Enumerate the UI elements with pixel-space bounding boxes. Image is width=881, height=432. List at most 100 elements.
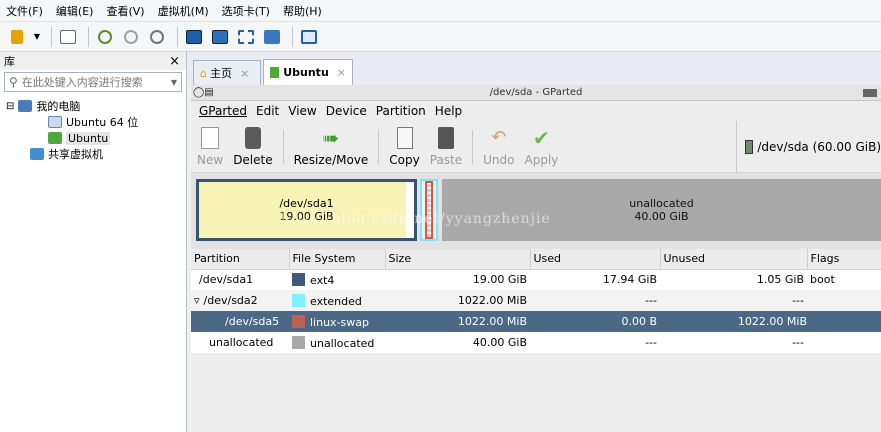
fs-color-swatch	[292, 314, 305, 328]
thumbnail-icon[interactable]	[209, 26, 231, 48]
col-partition[interactable]: Partition	[191, 249, 290, 270]
paste-button[interactable]: Paste	[429, 126, 463, 167]
tab-label: 主页	[209, 67, 232, 80]
device-selector[interactable]: /dev/sda (60.00 GiB)	[736, 121, 881, 173]
cell-size: 1022.00 MiB	[385, 290, 530, 311]
expander-icon[interactable]: ▿	[194, 294, 200, 307]
gparted-toolbar: New Delete ➠ Resize/Move Copy Paste ↶ Un…	[191, 121, 881, 173]
library-panel: 库 × ⚲ ▼ ⊟ 我的电脑 Ubuntu 64 位 Ubuntu 共享虚拟机	[0, 52, 187, 432]
cell-flags	[807, 311, 881, 332]
partition-block-unallocated[interactable]: unallocated 40.00 GiB	[442, 179, 881, 241]
device-label: /dev/sda (60.00 GiB)	[757, 140, 881, 154]
tab-bar: ⌂ 主页 × Ubuntu ×	[188, 52, 881, 85]
col-used[interactable]: Used	[530, 249, 661, 270]
resize-arrow-icon: ➠	[322, 125, 340, 150]
fs-color-swatch	[292, 293, 305, 307]
console-view-icon[interactable]	[298, 26, 320, 48]
toolbar-divider	[282, 129, 284, 164]
tree-item-shared-vms[interactable]: 共享虚拟机	[0, 146, 186, 162]
window-menu-icon[interactable]: ◯▤	[193, 87, 214, 98]
power-pause-icon[interactable]	[6, 26, 28, 48]
menu-tabs[interactable]: 选项卡(T)	[222, 3, 270, 19]
gparted-titlebar: ◯▤ /dev/sda - GParted	[191, 85, 881, 101]
toolbar-divider	[378, 129, 380, 164]
vm-tab-icon	[270, 67, 280, 78]
toolbar-divider	[51, 26, 52, 47]
collapse-icon[interactable]: ⊟	[6, 101, 14, 112]
menu-device[interactable]: Device	[326, 104, 367, 118]
new-button[interactable]: New	[197, 126, 223, 167]
menu-file[interactable]: 文件(F)	[6, 3, 43, 19]
menu-help[interactable]: Help	[435, 104, 462, 118]
partition-free-space	[406, 182, 414, 238]
library-close-icon[interactable]: ×	[169, 54, 180, 69]
unity-icon[interactable]	[261, 26, 283, 48]
delete-button[interactable]: Delete	[233, 126, 273, 167]
partition-block-sda1[interactable]: /dev/sda1 19.00 GiB	[196, 179, 417, 241]
menu-view[interactable]: View	[288, 104, 316, 118]
library-title: 库	[4, 55, 15, 68]
tree-item-label: Ubuntu	[66, 131, 111, 145]
copy-button[interactable]: Copy	[389, 126, 420, 167]
col-size[interactable]: Size	[385, 249, 531, 270]
window-button-icon[interactable]	[863, 88, 877, 97]
cell-size: 40.00 GiB	[472, 336, 527, 349]
col-unused[interactable]: Unused	[660, 249, 808, 270]
snapshot-manager-icon[interactable]	[146, 26, 168, 48]
tree-item-ubuntu[interactable]: Ubuntu	[0, 130, 186, 146]
cell-used: ---	[530, 290, 660, 311]
menu-help[interactable]: 帮助(H)	[283, 3, 322, 19]
library-search[interactable]: ⚲ ▼	[4, 72, 182, 92]
tree-item-ubuntu64[interactable]: Ubuntu 64 位	[0, 114, 186, 130]
show-library-icon[interactable]	[183, 26, 205, 48]
partition-block-swap[interactable]	[425, 181, 433, 239]
home-icon: ⌂	[200, 66, 207, 80]
menu-vm[interactable]: 虚拟机(M)	[158, 3, 209, 19]
menu-view[interactable]: 查看(V)	[106, 3, 144, 19]
cell-unused: 1.05 GiB	[756, 273, 804, 287]
cell-filesystem: unallocated	[289, 332, 385, 353]
button-label: Paste	[429, 152, 463, 167]
partition-block-name: /dev/sda1	[279, 197, 334, 210]
table-row[interactable]: ▿/dev/sda2 extended 1022.00 MiB --- ---	[191, 290, 881, 311]
send-keys-icon[interactable]	[57, 26, 79, 48]
snapshot-icon[interactable]	[94, 26, 116, 48]
apply-button[interactable]: ✔ Apply	[525, 127, 559, 167]
table-row[interactable]: /dev/sda1 ext4 19.00 GiB 17.94 GiB 1.05 …	[191, 269, 881, 290]
table-row[interactable]: /dev/sda5 linux-swap 1022.00 MiB 0.00 B …	[191, 311, 881, 332]
library-search-input[interactable]	[21, 75, 150, 89]
search-dropdown-icon[interactable]: ▼	[171, 78, 177, 87]
tree-item-my-computer[interactable]: ⊟ 我的电脑	[0, 98, 186, 114]
menu-edit[interactable]: 编辑(E)	[56, 3, 94, 19]
undo-button[interactable]: ↶ Undo	[483, 127, 514, 167]
menu-edit[interactable]: Edit	[256, 104, 279, 118]
gparted-window-title: /dev/sda - GParted	[489, 87, 583, 98]
dropdown-icon[interactable]: ▼	[32, 26, 42, 48]
tree-item-label: 共享虚拟机	[48, 148, 103, 161]
menu-gparted[interactable]: GParted	[199, 104, 247, 118]
trash-icon	[244, 126, 261, 149]
cell-partition: unallocated	[209, 336, 274, 349]
col-flags[interactable]: Flags	[807, 249, 881, 270]
tab-ubuntu[interactable]: Ubuntu ×	[263, 59, 353, 85]
cell-unused: 1022.00 MiB	[660, 311, 807, 332]
cell-filesystem: ext4	[289, 269, 385, 290]
resize-move-button[interactable]: ➠ Resize/Move	[294, 127, 369, 167]
tab-close-icon[interactable]: ×	[240, 67, 249, 80]
unallocated-name: unallocated	[629, 197, 694, 210]
fullscreen-icon[interactable]	[235, 26, 257, 48]
cell-size: 19.00 GiB	[472, 273, 527, 287]
revert-snapshot-icon[interactable]	[120, 26, 142, 48]
col-filesystem[interactable]: File System	[289, 249, 386, 270]
menu-partition[interactable]: Partition	[376, 104, 426, 118]
partition-block-extended[interactable]	[420, 179, 438, 241]
cell-unused: ---	[660, 290, 807, 311]
cell-flags	[807, 290, 881, 311]
button-label: Undo	[483, 152, 515, 167]
unallocated-size: 40.00 GiB	[634, 210, 689, 223]
guest-screen[interactable]: ◯▤ /dev/sda - GParted GParted Edit View …	[191, 85, 881, 432]
tab-close-icon[interactable]: ×	[337, 66, 346, 79]
fs-color-swatch	[292, 335, 305, 349]
tab-home[interactable]: ⌂ 主页 ×	[193, 60, 261, 85]
table-row[interactable]: unallocated unallocated 40.00 GiB --- --…	[191, 332, 881, 353]
